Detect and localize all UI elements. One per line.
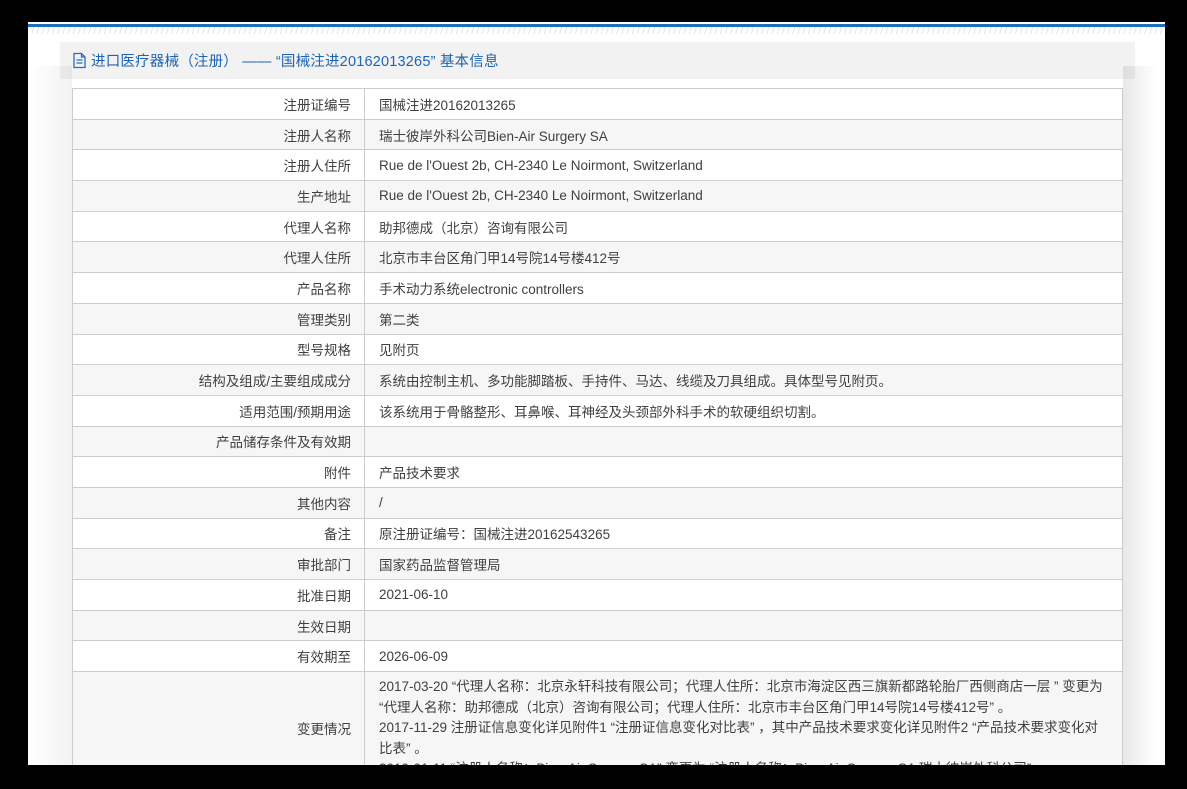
right-edge-shade (1123, 66, 1165, 765)
row-label: 产品储存条件及有效期 (72, 425, 365, 458)
row-value: 产品技术要求 (364, 456, 1123, 488)
info-table-container: 注册证编号 国械注进20162013265 注册人名称 瑞士彼岸外科公司Bien… (72, 88, 1123, 765)
table-row: 型号规格 见附页 (72, 333, 1123, 366)
table-row: 代理人住所 北京市丰台区角门甲14号院14号楼412号 (72, 241, 1123, 274)
row-value: 见附页 (364, 333, 1123, 366)
row-label: 注册人名称 (72, 118, 365, 151)
row-value: 国家药品监督管理局 (364, 548, 1123, 580)
table-row: 变更情况 2017-03-20 “代理人名称：北京永轩科技有限公司；代理人住所：… (72, 671, 1123, 765)
row-value: 系统由控制主机、多功能脚踏板、手持件、马达、线缆及刀具组成。具体型号见附页。 (364, 364, 1123, 396)
row-value: 北京市丰台区角门甲14号院14号楼412号 (364, 241, 1123, 274)
row-value: 国械注进20162013265 (364, 88, 1123, 120)
row-value: 2017-03-20 “代理人名称：北京永轩科技有限公司；代理人住所：北京市海淀… (364, 671, 1123, 765)
row-value: 2026-06-09 (364, 640, 1123, 673)
table-row: 注册证编号 国械注进20162013265 (72, 88, 1123, 120)
row-value: 助邦德成（北京）咨询有限公司 (364, 210, 1123, 243)
table-row: 代理人名称 助邦德成（北京）咨询有限公司 (72, 210, 1123, 243)
info-table-body: 注册证编号 国械注进20162013265 注册人名称 瑞士彼岸外科公司Bien… (72, 88, 1123, 765)
row-label: 代理人住所 (72, 241, 365, 274)
row-value: 该系统用于骨骼整形、耳鼻喉、耳神经及头颈部外科手术的软硬组织切割。 (364, 394, 1123, 427)
page-title: 进口医疗器械（注册） —— “国械注进20162013265” 基本信息 (91, 54, 499, 70)
row-label: 批准日期 (72, 579, 365, 611)
table-row: 管理类别 第二类 (72, 302, 1123, 335)
row-label: 注册人住所 (72, 149, 365, 182)
table-row: 批准日期 2021-06-10 (72, 579, 1123, 611)
row-label: 注册证编号 (72, 88, 365, 120)
table-row: 生效日期 (72, 609, 1123, 642)
row-value: 瑞士彼岸外科公司Bien-Air Surgery SA (364, 118, 1123, 151)
row-value: Rue de l'Ouest 2b, CH-2340 Le Noirmont, … (364, 149, 1123, 182)
table-row: 有效期至 2026-06-09 (72, 640, 1123, 673)
row-value: / (364, 486, 1123, 519)
row-value: 手术动力系统electronic controllers (364, 272, 1123, 304)
row-label: 代理人名称 (72, 210, 365, 243)
row-label: 生产地址 (72, 180, 365, 212)
left-edge-shade (28, 66, 72, 765)
row-label: 型号规格 (72, 333, 365, 366)
row-value: 原注册证编号：国械注进20162543265 (364, 517, 1123, 550)
change-record-line: 2019-01-11 “注册人名称：Bien-Air Surgery SA” 变… (379, 759, 1110, 765)
row-value (364, 609, 1123, 642)
row-label: 附件 (72, 456, 365, 488)
table-row: 产品储存条件及有效期 (72, 425, 1123, 458)
table-row: 其他内容 / (72, 486, 1123, 519)
table-row: 注册人住所 Rue de l'Ouest 2b, CH-2340 Le Noir… (72, 149, 1123, 182)
table-row: 注册人名称 瑞士彼岸外科公司Bien-Air Surgery SA (72, 118, 1123, 151)
change-record-line: 2017-03-20 “代理人名称：北京永轩科技有限公司；代理人住所：北京市海淀… (379, 679, 1103, 715)
row-label: 有效期至 (72, 640, 365, 673)
table-row: 生产地址 Rue de l'Ouest 2b, CH-2340 Le Noirm… (72, 180, 1123, 212)
row-value: Rue de l'Ouest 2b, CH-2340 Le Noirmont, … (364, 180, 1123, 212)
table-row: 附件 产品技术要求 (72, 456, 1123, 488)
row-label: 其他内容 (72, 486, 365, 519)
row-value: 2021-06-10 (364, 579, 1123, 611)
info-table: 注册证编号 国械注进20162013265 注册人名称 瑞士彼岸外科公司Bien… (72, 88, 1123, 765)
table-row: 产品名称 手术动力系统electronic controllers (72, 272, 1123, 304)
row-label: 适用范围/预期用途 (72, 394, 365, 427)
row-label: 变更情况 (72, 671, 365, 765)
change-record-line: 2017-11-29 注册证信息变化详见附件1 “注册证信息变化对比表” ，其中… (379, 720, 1099, 756)
row-label: 备注 (72, 517, 365, 550)
content-page: 进口医疗器械（注册） —— “国械注进20162013265” 基本信息 注册证… (28, 22, 1165, 765)
row-label: 产品名称 (72, 272, 365, 304)
table-row: 审批部门 国家药品监督管理局 (72, 548, 1123, 580)
row-label: 审批部门 (72, 548, 365, 580)
row-label: 管理类别 (72, 302, 365, 335)
table-row: 备注 原注册证编号：国械注进20162543265 (72, 517, 1123, 550)
row-label: 生效日期 (72, 609, 365, 642)
row-value: 第二类 (364, 302, 1123, 335)
row-label: 结构及组成/主要组成成分 (72, 364, 365, 396)
table-row: 结构及组成/主要组成成分 系统由控制主机、多功能脚踏板、手持件、马达、线缆及刀具… (72, 364, 1123, 396)
document-icon (72, 52, 87, 69)
hatched-band (28, 27, 1165, 34)
row-value (364, 425, 1123, 458)
table-row: 适用范围/预期用途 该系统用于骨骼整形、耳鼻喉、耳神经及头颈部外科手术的软硬组织… (72, 394, 1123, 427)
screen: { "page": { "title": "进口医疗器械（注册） —— “国械注… (0, 0, 1187, 789)
page-title-bar: 进口医疗器械（注册） —— “国械注进20162013265” 基本信息 (60, 42, 1135, 79)
